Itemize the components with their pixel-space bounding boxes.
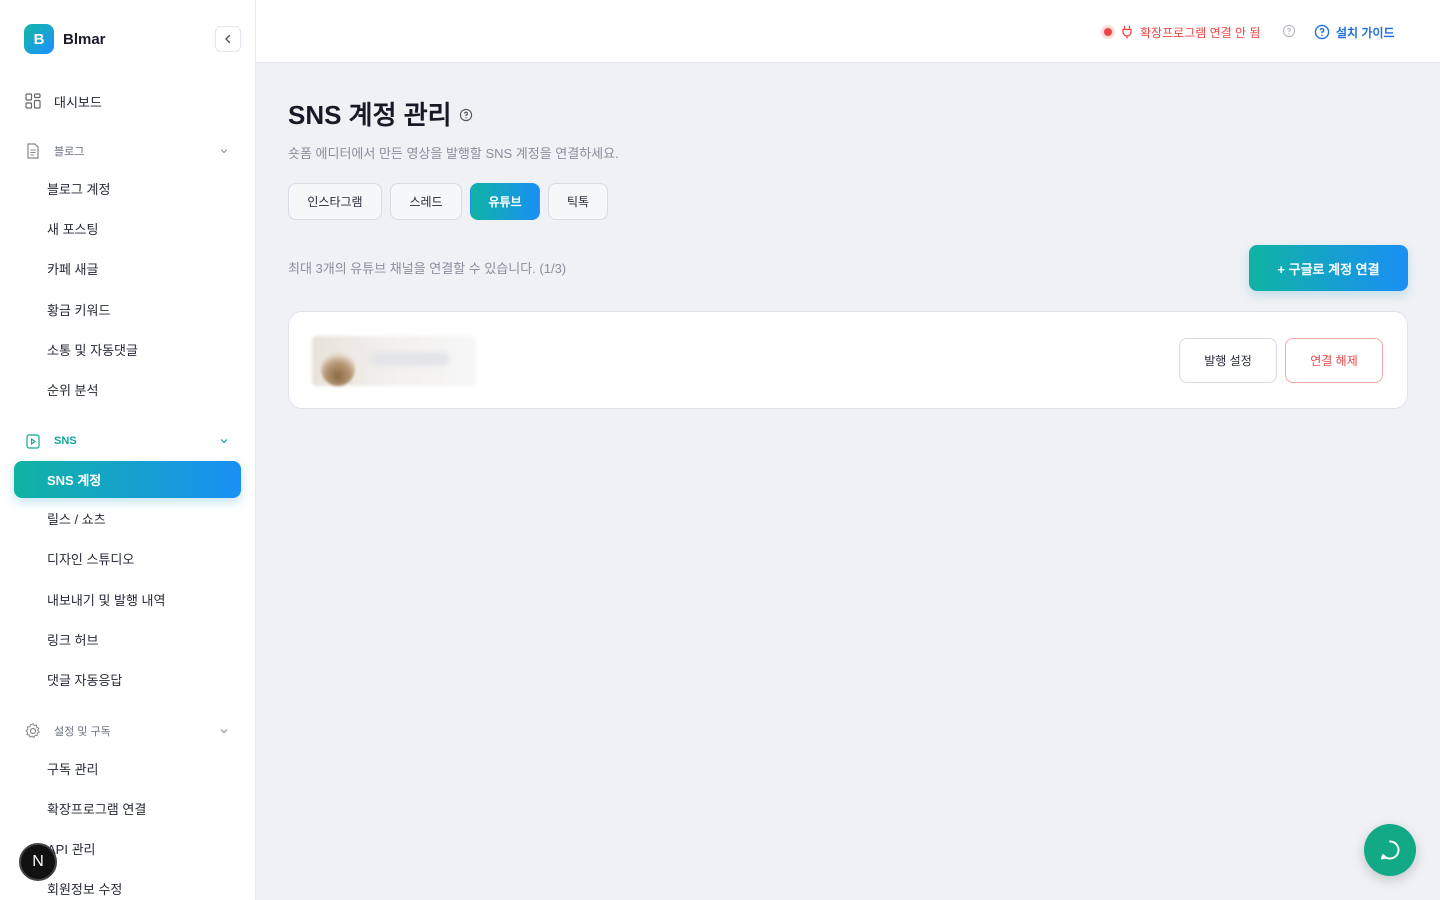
sidebar-section-label: SNS <box>54 435 77 447</box>
document-icon <box>27 143 39 159</box>
page-title: SNS 계정 관리 <box>288 99 452 130</box>
help-icon[interactable] <box>459 108 473 122</box>
sidebar-item-new-posting[interactable]: 새 포스팅 <box>47 220 98 240</box>
sidebar: B Blmar 대시보드 블로그 블로그 계정 새 포스팅 카페 새글 황금 키… <box>0 0 256 900</box>
dashboard-icon <box>25 93 41 109</box>
chevron-down-icon <box>220 729 228 734</box>
sidebar-item-label: SNS 계정 <box>47 473 102 488</box>
sidebar-item-comment-autoreply[interactable]: 댓글 자동응답 <box>47 671 122 691</box>
platform-tabs: 인스타그램 스레드 유튜브 틱톡 <box>288 183 616 220</box>
account-name-blurred <box>369 352 449 366</box>
chevron-down-icon <box>220 149 228 154</box>
sidebar-item-auto-comment[interactable]: 소통 및 자동댓글 <box>47 341 138 361</box>
brand-name: Blmar <box>63 30 106 48</box>
publish-settings-button[interactable]: 발행 설정 <box>1179 338 1277 383</box>
topbar: 확장프로그램 연결 안 됨 설치 가이드 <box>256 0 1440 63</box>
sidebar-item-subscription[interactable]: 구독 관리 <box>47 760 98 780</box>
avatar <box>321 352 355 386</box>
install-guide-label: 설치 가이드 <box>1336 25 1395 40</box>
gear-icon <box>25 723 40 739</box>
sidebar-item-export-history[interactable]: 내보내기 및 발행 내역 <box>47 591 165 611</box>
chat-bubble-icon <box>1380 840 1400 860</box>
sidebar-item-design-studio[interactable]: 디자인 스튜디오 <box>47 550 134 570</box>
sidebar-item-rank-analysis[interactable]: 순위 분석 <box>47 381 98 401</box>
sidebar-section-sns[interactable]: SNS <box>24 430 234 452</box>
connected-account-card: 발행 설정 연결 해제 <box>288 311 1408 409</box>
page-description: 숏폼 에디터에서 만든 영상을 발행할 SNS 계정을 연결하세요. <box>288 146 619 161</box>
sidebar-section-blog[interactable]: 블로그 <box>24 140 234 162</box>
extension-status-text: 확장프로그램 연결 안 됨 <box>1140 25 1261 40</box>
brand[interactable]: B Blmar <box>24 24 106 54</box>
tab-threads[interactable]: 스레드 <box>390 183 462 220</box>
next-dev-badge[interactable]: N <box>19 843 57 881</box>
brand-logo: B <box>24 24 54 54</box>
sidebar-item-extension[interactable]: 확장프로그램 연결 <box>47 800 146 820</box>
extension-status[interactable]: 확장프로그램 연결 안 됨 <box>1104 22 1260 42</box>
question-circle-icon <box>1314 24 1330 40</box>
chevron-down-icon <box>220 439 228 444</box>
sidebar-item-link-hub[interactable]: 링크 허브 <box>47 631 98 651</box>
play-square-icon <box>26 434 40 449</box>
sidebar-item-reels-shorts[interactable]: 릴스 / 쇼츠 <box>47 510 106 530</box>
disconnect-button[interactable]: 연결 해제 <box>1285 338 1383 383</box>
plug-icon <box>1122 25 1132 39</box>
sidebar-item-golden-keyword[interactable]: 황금 키워드 <box>47 301 110 321</box>
sidebar-section-label: 블로그 <box>54 146 85 158</box>
channel-limit-text: 최대 3개의 유튜브 채널을 연결할 수 있습니다. (1/3) <box>288 261 567 276</box>
chat-button[interactable] <box>1364 824 1416 876</box>
tab-instagram[interactable]: 인스타그램 <box>288 183 382 220</box>
status-dot <box>1104 28 1112 36</box>
sidebar-item-label: 대시보드 <box>54 94 102 110</box>
tab-tiktok[interactable]: 틱톡 <box>548 183 608 220</box>
help-icon[interactable] <box>1282 24 1296 38</box>
install-guide-link[interactable]: 설치 가이드 <box>1314 21 1395 43</box>
sidebar-section-settings[interactable]: 설정 및 구독 <box>24 720 234 742</box>
sidebar-item-cafe-posts[interactable]: 카페 새글 <box>47 260 98 280</box>
sidebar-item-blog-account[interactable]: 블로그 계정 <box>47 180 110 200</box>
page-header: SNS 계정 관리 <box>288 96 473 130</box>
tab-youtube[interactable]: 유튜브 <box>470 183 540 220</box>
sidebar-item-sns-account[interactable]: SNS 계정 <box>14 461 241 498</box>
sidebar-section-label: 설정 및 구독 <box>54 726 111 738</box>
connect-google-account-button[interactable]: + 구글로 계정 연결 <box>1249 245 1408 291</box>
chevron-left-icon <box>225 34 231 44</box>
sidebar-item-dashboard[interactable]: 대시보드 <box>24 88 102 114</box>
sidebar-item-profile[interactable]: 회원정보 수정 <box>47 880 122 900</box>
collapse-sidebar-button[interactable] <box>215 26 241 52</box>
